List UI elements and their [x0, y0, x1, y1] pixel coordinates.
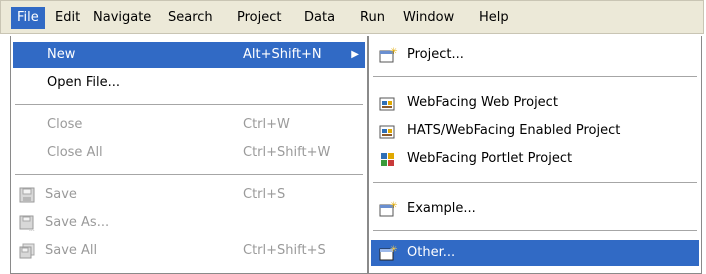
submenu-arrow-icon: ▶ [351, 49, 359, 60]
menu-item-save-all[interactable]: Save All Ctrl+Shift+S [13, 238, 365, 264]
submenu-item-project[interactable]: ✳ Project... [371, 42, 699, 68]
menu-item-save[interactable]: Save Ctrl+S [13, 182, 365, 208]
new-example-icon: ✳ [379, 200, 399, 218]
submenu-item-example-label: Example... [407, 201, 476, 216]
save-icon [19, 187, 35, 203]
menu-item-new-shortcut: Alt+Shift+N [243, 47, 322, 62]
submenu-item-webfacing-portlet-project[interactable]: WebFacing Portlet Project [371, 146, 699, 172]
menu-separator [373, 230, 697, 231]
menu-item-close-label: Close [47, 117, 83, 132]
webfacing-project-icon [379, 94, 399, 112]
menu-item-save-all-shortcut: Ctrl+Shift+S [243, 243, 326, 258]
submenu-item-project-label: Project... [407, 47, 464, 62]
new-project-icon: ✳ [379, 46, 399, 64]
menu-separator [15, 104, 363, 105]
menu-item-save-as[interactable]: ... Save As... [13, 210, 365, 236]
menu-data[interactable]: Data [298, 7, 341, 29]
submenu-item-webfacing-portlet-project-label: WebFacing Portlet Project [407, 151, 573, 166]
menu-item-close-shortcut: Ctrl+W [243, 117, 290, 132]
menu-item-close[interactable]: Close Ctrl+W [13, 112, 365, 138]
menu-item-close-all-label: Close All [47, 145, 103, 160]
svg-text:✳: ✳ [390, 245, 398, 255]
menu-item-open-file-label: Open File... [47, 75, 121, 90]
submenu-item-hats-webfacing-project-label: HATS/WebFacing Enabled Project [407, 123, 621, 138]
submenu-item-webfacing-web-project-label: WebFacing Web Project [407, 95, 558, 110]
menu-edit[interactable]: Edit [49, 7, 86, 29]
menu-item-new[interactable]: New Alt+Shift+N ▶ [13, 42, 365, 68]
svg-text:✳: ✳ [390, 201, 398, 211]
menu-help[interactable]: Help [473, 7, 515, 29]
menu-separator [373, 182, 697, 183]
portlet-project-icon [379, 150, 399, 168]
submenu-item-other-label: Other... [407, 245, 456, 260]
new-other-icon: ✳ [379, 244, 399, 262]
file-menu-dropdown: New Alt+Shift+N ▶ Open File... Close Ctr… [10, 36, 368, 274]
menu-item-close-all-shortcut: Ctrl+Shift+W [243, 145, 331, 160]
menu-run[interactable]: Run [354, 7, 391, 29]
menu-file[interactable]: File [11, 7, 45, 29]
menu-project[interactable]: Project [231, 7, 287, 29]
menu-item-save-label: Save [45, 187, 77, 202]
hats-project-icon [379, 122, 399, 140]
menu-item-save-shortcut: Ctrl+S [243, 187, 286, 202]
menu-item-save-all-label: Save All [45, 243, 98, 258]
submenu-item-other[interactable]: ✳ Other... [371, 240, 699, 266]
submenu-item-hats-webfacing-project[interactable]: HATS/WebFacing Enabled Project [371, 118, 699, 144]
menu-window[interactable]: Window [397, 7, 460, 29]
menu-item-close-all[interactable]: Close All Ctrl+Shift+W [13, 140, 365, 166]
menu-item-open-file[interactable]: Open File... [13, 70, 365, 96]
menu-bar: File Edit Navigate Search Project Data R… [0, 0, 704, 34]
menu-search[interactable]: Search [162, 7, 219, 29]
save-as-icon: ... [19, 215, 35, 233]
new-submenu: ✳ Project... WebFacing Web Project HATS/… [368, 36, 702, 274]
menu-item-new-label: New [47, 47, 76, 62]
menu-navigate[interactable]: Navigate [87, 7, 157, 29]
menu-item-save-as-label: Save As... [45, 215, 110, 230]
svg-text:✳: ✳ [390, 47, 398, 57]
save-all-icon [19, 243, 35, 259]
submenu-item-example[interactable]: ✳ Example... [371, 196, 699, 222]
svg-text:...: ... [29, 226, 35, 231]
submenu-item-webfacing-web-project[interactable]: WebFacing Web Project [371, 90, 699, 116]
menu-separator [373, 76, 697, 77]
menu-separator [15, 174, 363, 175]
